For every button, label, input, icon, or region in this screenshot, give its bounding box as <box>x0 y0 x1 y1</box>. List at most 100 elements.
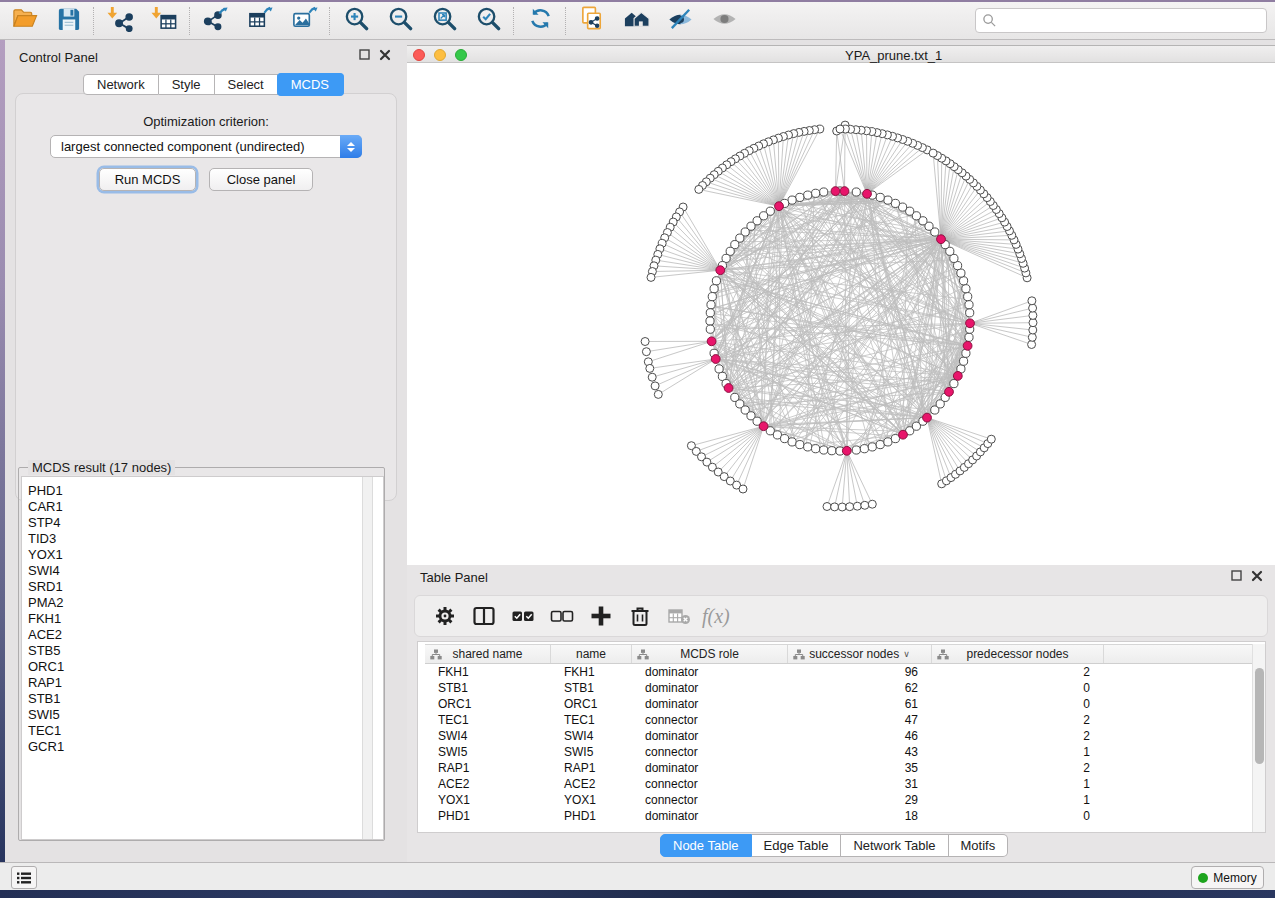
zoom-fit-button[interactable] <box>422 4 466 38</box>
mcds-result-group: MCDS result (17 nodes) PHD1CAR1STP4TID3Y… <box>18 467 385 841</box>
table-row[interactable]: FKH1FKH1dominator962 <box>425 664 1252 680</box>
show-all-button[interactable] <box>702 4 746 38</box>
float-panel-icon[interactable] <box>359 49 371 61</box>
table-row[interactable]: TEC1TEC1connector472 <box>425 712 1252 728</box>
table-settings-button[interactable] <box>425 599 464 633</box>
delete-column-button[interactable] <box>620 599 659 633</box>
column-header-predecessor-nodes[interactable]: predecessor nodes <box>932 645 1104 663</box>
import-table-button[interactable] <box>142 4 186 38</box>
mcds-result-item[interactable]: SRD1 <box>28 579 383 595</box>
mcds-result-item[interactable]: GCR1 <box>28 739 383 755</box>
duplicate-network-button[interactable] <box>570 4 614 38</box>
zoom-out-button[interactable] <box>378 4 422 38</box>
export-image-icon <box>291 5 318 36</box>
save-session-icon <box>55 5 82 36</box>
cell-name: SWI4 <box>551 729 632 743</box>
mcds-result-item[interactable]: ACE2 <box>28 627 383 643</box>
mcds-result-item[interactable]: PHD1 <box>28 483 383 499</box>
window-close-button[interactable] <box>413 49 425 61</box>
column-header-MCDS-role[interactable]: MCDS role <box>632 645 788 663</box>
column-header-name[interactable]: name <box>551 645 632 663</box>
network-window-titlebar[interactable]: YPA_prune.txt_1 <box>407 45 1275 63</box>
mcds-result-item[interactable]: STB5 <box>28 643 383 659</box>
cell-name: TEC1 <box>551 713 632 727</box>
table-toolbar: f(x) <box>414 595 1268 637</box>
table-row[interactable]: YOX1YOX1connector291 <box>425 792 1252 808</box>
mcds-result-item[interactable]: PMA2 <box>28 595 383 611</box>
window-minimize-button[interactable] <box>434 49 446 61</box>
refresh-layout-button[interactable] <box>518 4 562 38</box>
search-input[interactable] <box>975 8 1267 33</box>
tab-network-table[interactable]: Network Table <box>841 834 948 857</box>
split-panel-icon <box>472 604 496 628</box>
zoom-in-button[interactable] <box>334 4 378 38</box>
table-scrollbar[interactable] <box>1252 644 1265 832</box>
mcds-result-item[interactable]: ORC1 <box>28 659 383 675</box>
cell-successor-nodes: 62 <box>788 681 932 695</box>
mcds-result-item[interactable]: CAR1 <box>28 499 383 515</box>
table-scrollbar-thumb[interactable] <box>1255 668 1264 764</box>
mcds-result-item[interactable]: SWI4 <box>28 563 383 579</box>
zoom-selected-button[interactable] <box>466 4 510 38</box>
window-zoom-button[interactable] <box>455 49 467 61</box>
table-row[interactable]: RAP1RAP1dominator352 <box>425 760 1252 776</box>
close-panel-icon[interactable] <box>379 49 391 61</box>
column-header-shared-name[interactable]: shared name <box>425 645 551 663</box>
optimization-dropdown[interactable]: largest connected component (undirected) <box>50 135 362 158</box>
mcds-result-item[interactable]: STB1 <box>28 691 383 707</box>
run-mcds-button[interactable]: Run MCDS <box>99 168 196 191</box>
deselect-all-columns-icon <box>550 604 574 628</box>
import-network-button[interactable] <box>98 4 142 38</box>
network-canvas[interactable] <box>407 64 1275 565</box>
add-column-button[interactable] <box>581 599 620 633</box>
float-table-panel-icon[interactable] <box>1231 570 1243 582</box>
table-row[interactable]: ORC1ORC1dominator610 <box>425 696 1252 712</box>
mcds-result-item[interactable]: SWI5 <box>28 707 383 723</box>
export-image-button[interactable] <box>282 4 326 38</box>
export-network-button[interactable] <box>194 4 238 38</box>
table-row[interactable]: SWI4SWI4dominator462 <box>425 728 1252 744</box>
tab-edge-table[interactable]: Edge Table <box>752 834 842 857</box>
delete-table-button <box>659 599 698 633</box>
table-row[interactable]: PHD1PHD1dominator180 <box>425 808 1252 824</box>
column-header-successor-nodes[interactable]: successor nodes∨ <box>788 645 932 663</box>
select-all-columns-button[interactable] <box>503 599 542 633</box>
cell-successor-nodes: 43 <box>788 745 932 759</box>
hide-selected-icon <box>667 5 694 36</box>
mcds-result-item[interactable]: RAP1 <box>28 675 383 691</box>
table-row[interactable]: ACE2ACE2connector311 <box>425 776 1252 792</box>
tab-node-table[interactable]: Node Table <box>660 834 752 857</box>
task-history-button[interactable] <box>11 866 37 889</box>
close-panel-button[interactable]: Close panel <box>209 168 313 191</box>
close-table-panel-icon[interactable] <box>1251 570 1263 582</box>
export-table-button[interactable] <box>238 4 282 38</box>
hide-selected-button[interactable] <box>658 4 702 38</box>
cytoscape-app: { "colors":{"accent_blue":"#3d9af5","hub… <box>0 0 1275 898</box>
first-neighbors-icon <box>623 5 650 36</box>
mcds-result-item[interactable]: TID3 <box>28 531 383 547</box>
tab-style[interactable]: Style <box>159 74 215 95</box>
table-row[interactable]: STB1STB1dominator620 <box>425 680 1252 696</box>
cell-shared-name: TEC1 <box>425 713 551 727</box>
table-row[interactable]: SWI5SWI5connector431 <box>425 744 1252 760</box>
tab-mcds[interactable]: MCDS <box>277 73 344 96</box>
cell-successor-nodes: 18 <box>788 809 932 823</box>
tab-motifs[interactable]: Motifs <box>949 834 1009 857</box>
first-neighbors-button[interactable] <box>614 4 658 38</box>
save-session-button[interactable] <box>46 4 90 38</box>
mcds-result-item[interactable]: FKH1 <box>28 611 383 627</box>
cell-shared-name: SWI4 <box>425 729 551 743</box>
open-file-button[interactable] <box>2 4 46 38</box>
memory-button[interactable]: Memory <box>1191 866 1264 889</box>
control-panel-tabs: NetworkStyleSelectMCDS <box>83 74 343 95</box>
tab-network[interactable]: Network <box>83 74 159 95</box>
mcds-result-scrollbar[interactable] <box>362 477 373 839</box>
mcds-result-item[interactable]: TEC1 <box>28 723 383 739</box>
tab-select[interactable]: Select <box>215 74 278 95</box>
mcds-result-item[interactable]: YOX1 <box>28 547 383 563</box>
mcds-result-item[interactable]: STP4 <box>28 515 383 531</box>
deselect-all-columns-button[interactable] <box>542 599 581 633</box>
column-header-filler <box>1104 645 1252 663</box>
cell-MCDS-role: connector <box>632 793 788 807</box>
split-panel-button[interactable] <box>464 599 503 633</box>
